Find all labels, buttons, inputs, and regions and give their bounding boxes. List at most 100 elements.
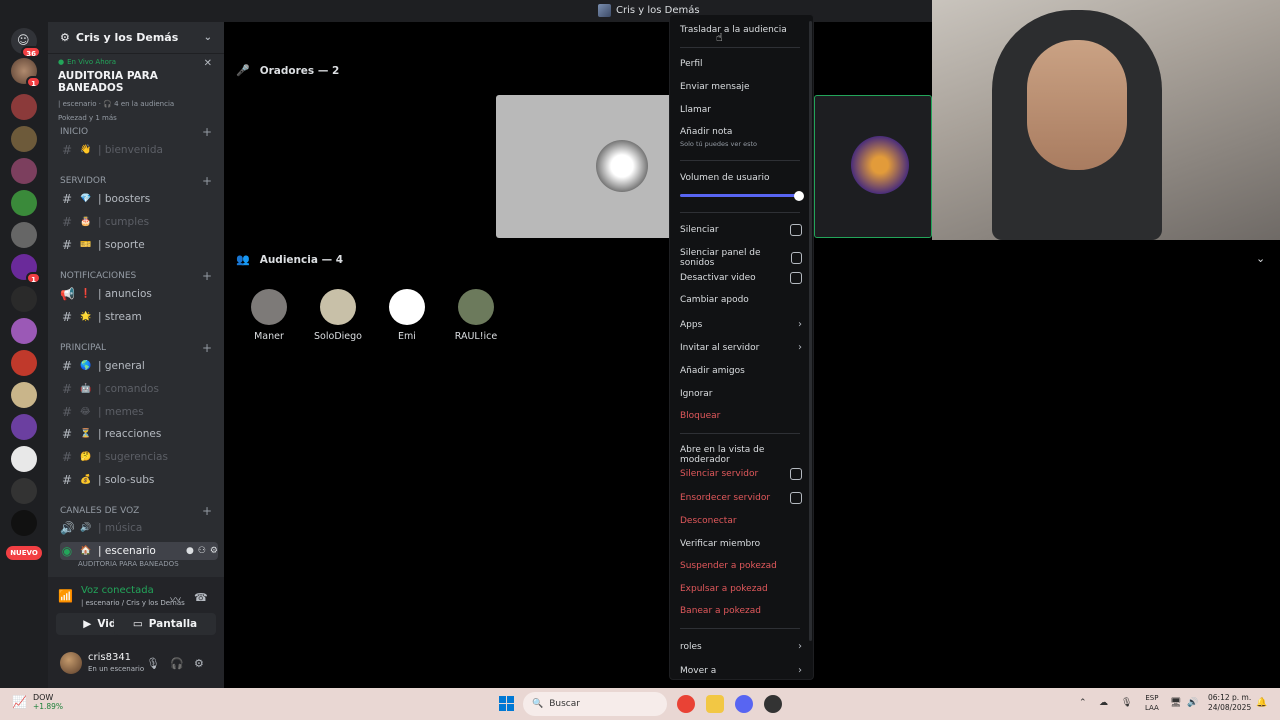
disconnect-icon[interactable]: ☎	[194, 591, 208, 604]
audience-member[interactable]: Maner	[234, 289, 304, 342]
server-icon-9[interactable]	[11, 350, 37, 376]
menu-add-friends[interactable]: Añadir amigos	[680, 366, 802, 376]
menu-roles[interactable]: roles ›	[680, 641, 802, 652]
channel-anuncios[interactable]: 📢 ❗ | anuncios	[60, 285, 218, 303]
menu-mute[interactable]: Silenciar	[680, 224, 802, 236]
volume-slider[interactable]	[680, 190, 804, 201]
chevron-down-icon[interactable]: ⌄	[1256, 252, 1265, 265]
menu-ban[interactable]: Banear a pokezad	[680, 606, 802, 616]
checkbox[interactable]	[790, 252, 802, 264]
headphones-icon[interactable]: 🎧	[170, 657, 184, 670]
category-inicio[interactable]: INICIO +	[60, 125, 212, 139]
audience-member[interactable]: Emi	[372, 289, 442, 342]
microphone-tray-icon[interactable]: 🎙	[1121, 698, 1132, 708]
channel-musica[interactable]: 🔊 🔊 | música	[60, 519, 218, 537]
channel-comandos[interactable]: # 🤖 | comandos	[60, 380, 218, 398]
menu-moderator-view[interactable]: Abre en la vista de moderador	[680, 445, 802, 465]
server-icon-4[interactable]	[11, 190, 37, 216]
category-notificaciones[interactable]: NOTIFICACIONES +	[60, 269, 212, 283]
discord-taskbar-icon[interactable]	[735, 695, 753, 713]
category-servidor[interactable]: SERVIDOR +	[60, 174, 212, 188]
server-icon-3[interactable]	[11, 158, 37, 184]
menu-kick[interactable]: Expulsar a pokezad	[680, 584, 802, 594]
audience-member[interactable]: RAUL!ice	[441, 289, 511, 342]
taskbar-search[interactable]: 🔍 Buscar	[523, 692, 667, 716]
menu-block[interactable]: Bloquear	[680, 411, 802, 421]
live-stage-banner[interactable]: En Vivo Ahora AUDITORIA PARA BANEADOS | …	[48, 54, 224, 126]
channel-reacciones[interactable]: # ⏳ | reacciones	[60, 425, 218, 443]
username[interactable]: cris8341	[88, 652, 131, 663]
menu-apps[interactable]: Apps ›	[680, 319, 802, 330]
category-canales-de-voz[interactable]: CANALES DE VOZ +	[60, 504, 212, 518]
menu-disable-video[interactable]: Desactivar video	[680, 272, 802, 284]
file-explorer-icon[interactable]	[706, 695, 724, 713]
channel-cumples[interactable]: # 🎂 | cumples	[60, 213, 218, 231]
dm-avatar[interactable]: 1	[11, 58, 41, 88]
invite-icon[interactable]: ⚇	[198, 546, 206, 556]
server-icon-6[interactable]: 1	[11, 254, 41, 284]
server-icon-2[interactable]	[11, 126, 37, 152]
plus-icon[interactable]: +	[202, 125, 212, 139]
volume-slider-knob[interactable]	[794, 190, 804, 201]
server-icon-14[interactable]	[11, 510, 37, 536]
cloud-icon[interactable]: ☁	[1099, 698, 1108, 708]
noise-suppression-icon[interactable]: 〰	[170, 591, 181, 607]
server-icon-11[interactable]	[11, 414, 37, 440]
menu-profile[interactable]: Perfil	[680, 59, 800, 69]
clock[interactable]: 06:12 p. m. 24/08/2025	[1208, 693, 1251, 713]
settings-icon[interactable]: ⚙	[194, 657, 204, 670]
menu-move-to-audience[interactable]: Trasladar a la audiencia	[680, 25, 800, 35]
channel-bienvenida[interactable]: # 👋 | bienvenida	[60, 141, 218, 159]
screen-share-button[interactable]: ▭ Pantalla	[114, 613, 216, 635]
menu-disconnect[interactable]: Desconectar	[680, 516, 802, 526]
server-icon-8[interactable]	[11, 318, 37, 344]
menu-invite-server[interactable]: Invitar al servidor ›	[680, 342, 802, 353]
server-icon-13[interactable]	[11, 478, 37, 504]
audience-member[interactable]: SoloDiego	[303, 289, 373, 342]
menu-ignore[interactable]: Ignorar	[680, 389, 802, 399]
app-taskbar-icon[interactable]	[764, 695, 782, 713]
server-header[interactable]: ⚙ Cris y los Demás ⌄	[48, 22, 224, 54]
server-icon-5[interactable]	[11, 222, 37, 248]
stock-widget[interactable]: 📈 DOW +1.89%	[12, 693, 63, 711]
channel-boosters[interactable]: # 💎 | boosters	[60, 190, 218, 208]
checkbox[interactable]	[790, 492, 802, 504]
menu-server-mute[interactable]: Silenciar servidor	[680, 468, 802, 480]
speaker-tile-2[interactable]	[814, 95, 932, 238]
microphone-icon[interactable]: 🎙	[146, 657, 160, 670]
menu-scrollbar[interactable]	[809, 21, 812, 641]
server-icon-12[interactable]	[11, 446, 37, 472]
checkbox[interactable]	[790, 224, 802, 236]
chat-icon[interactable]: ●	[186, 546, 194, 556]
chrome-icon[interactable]	[677, 695, 695, 713]
network-icon[interactable]: 🖥	[1170, 698, 1181, 708]
category-principal[interactable]: PRINCIPAL +	[60, 341, 212, 355]
volume-icon[interactable]: 🔊	[1187, 698, 1198, 708]
close-icon[interactable]: ✕	[204, 58, 212, 69]
plus-icon[interactable]: +	[202, 174, 212, 188]
plus-icon[interactable]: +	[202, 269, 212, 283]
menu-send-message[interactable]: Enviar mensaje	[680, 82, 800, 92]
checkbox[interactable]	[790, 272, 802, 284]
plus-icon[interactable]: +	[202, 504, 212, 518]
menu-server-deafen[interactable]: Ensordecer servidor	[680, 492, 802, 504]
language-indicator[interactable]: ESP LAA	[1145, 693, 1159, 713]
start-button[interactable]	[499, 696, 515, 712]
server-icon-1[interactable]	[11, 94, 37, 120]
server-icon-10[interactable]	[11, 382, 37, 408]
channel-stream[interactable]: # 🌟 | stream	[60, 308, 218, 326]
plus-icon[interactable]: +	[202, 341, 212, 355]
home-button[interactable]: ☺ 36	[11, 28, 41, 58]
chevron-up-icon[interactable]: ⌃	[1079, 698, 1087, 708]
menu-change-nickname[interactable]: Cambiar apodo	[680, 295, 802, 305]
checkbox[interactable]	[790, 468, 802, 480]
channel-sugerencias[interactable]: # 🤔 | sugerencias	[60, 448, 218, 466]
menu-suspend[interactable]: Suspender a pokezad	[680, 561, 802, 571]
menu-move-to[interactable]: Mover a ›	[680, 665, 802, 676]
notification-icon[interactable]: 🔔	[1256, 698, 1267, 708]
channel-escenario[interactable]: ◉ 🏠 | escenario ● ⚇ ⚙	[60, 542, 218, 560]
channel-memes[interactable]: # 😂 | memes	[60, 403, 218, 421]
menu-add-note[interactable]: Añadir nota	[680, 127, 800, 137]
speaker-tile-1[interactable]	[496, 95, 674, 238]
channel-soporte[interactable]: # 🎫 | soporte	[60, 236, 218, 254]
